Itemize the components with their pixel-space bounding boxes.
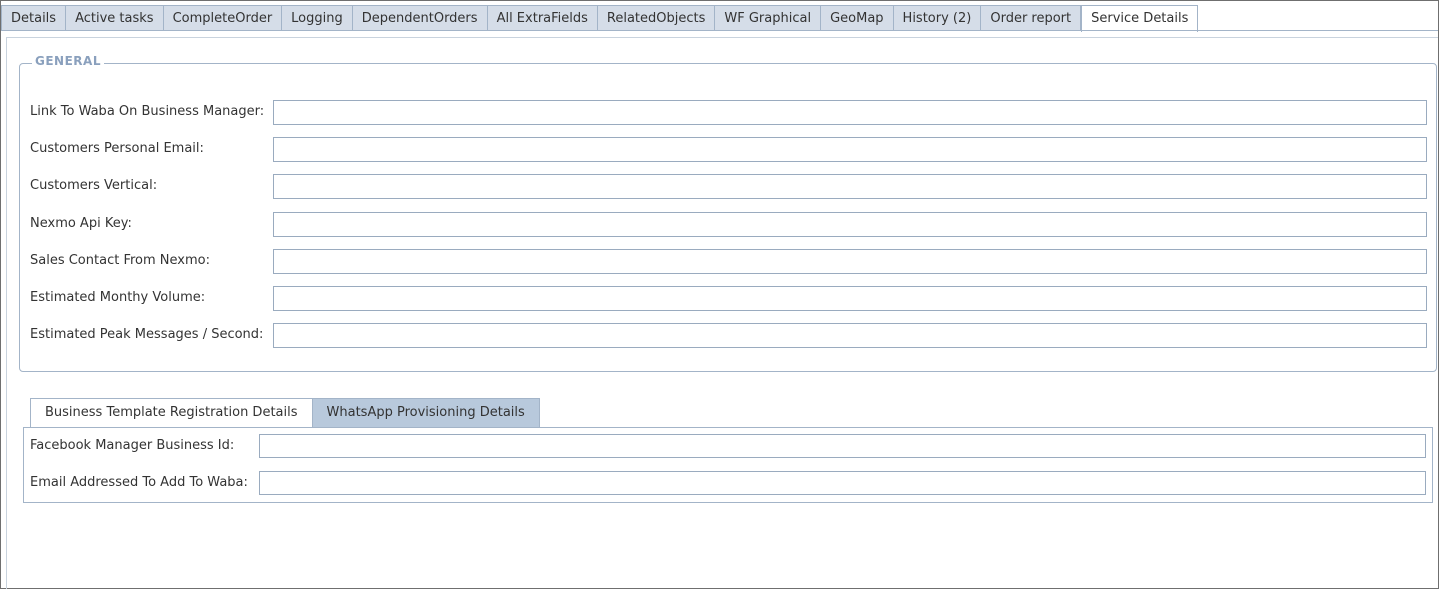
top-tab-strip: Details Active tasks CompleteOrder Loggi… (1, 5, 1199, 32)
waba-link-input[interactable] (273, 100, 1427, 125)
tab-wf-graphical[interactable]: WF Graphical (715, 5, 822, 31)
tab-order-report[interactable]: Order report (981, 5, 1082, 31)
field-label: Sales Contact From Nexmo: (30, 253, 210, 268)
field-label: Nexmo Api Key: (30, 216, 132, 231)
waba-email-input[interactable] (259, 471, 1426, 495)
tab-history[interactable]: History (2) (893, 5, 982, 31)
tab-business-template-registration[interactable]: Business Template Registration Details (30, 398, 313, 428)
field-label: Customers Personal Email: (30, 141, 204, 156)
peak-messages-input[interactable] (273, 323, 1427, 348)
api-key-input[interactable] (273, 212, 1427, 237)
facebook-business-id-input[interactable] (259, 434, 1426, 458)
vertical-input[interactable] (273, 174, 1427, 199)
field-label: Facebook Manager Business Id: (30, 438, 235, 453)
sub-tab-strip: Business Template Registration Details W… (30, 398, 540, 428)
tab-dependent-orders[interactable]: DependentOrders (352, 5, 488, 31)
tab-details[interactable]: Details (1, 5, 67, 31)
tab-service-details[interactable]: Service Details (1081, 5, 1199, 32)
field-label: Customers Vertical: (30, 178, 158, 193)
tab-geomap[interactable]: GeoMap (821, 5, 894, 31)
tab-whatsapp-provisioning[interactable]: WhatsApp Provisioning Details (312, 398, 540, 427)
tab-all-extra-fields[interactable]: All ExtraFields (487, 5, 598, 31)
field-label: Estimated Peak Messages / Second: (30, 327, 264, 342)
personal-email-input[interactable] (273, 137, 1427, 162)
general-legend: GENERAL (32, 54, 104, 68)
tab-related-objects[interactable]: RelatedObjects (597, 5, 716, 31)
tab-active-tasks[interactable]: Active tasks (66, 5, 164, 31)
tab-logging[interactable]: Logging (282, 5, 353, 31)
sales-contact-input[interactable] (273, 249, 1427, 274)
field-label: Estimated Monthy Volume: (30, 290, 206, 305)
monthly-volume-input[interactable] (273, 286, 1427, 311)
field-label: Email Addressed To Add To Waba: (30, 475, 248, 490)
tab-strip-divider (1, 30, 1438, 31)
field-label: Link To Waba On Business Manager: (30, 104, 265, 119)
tab-complete-order[interactable]: CompleteOrder (163, 5, 283, 31)
